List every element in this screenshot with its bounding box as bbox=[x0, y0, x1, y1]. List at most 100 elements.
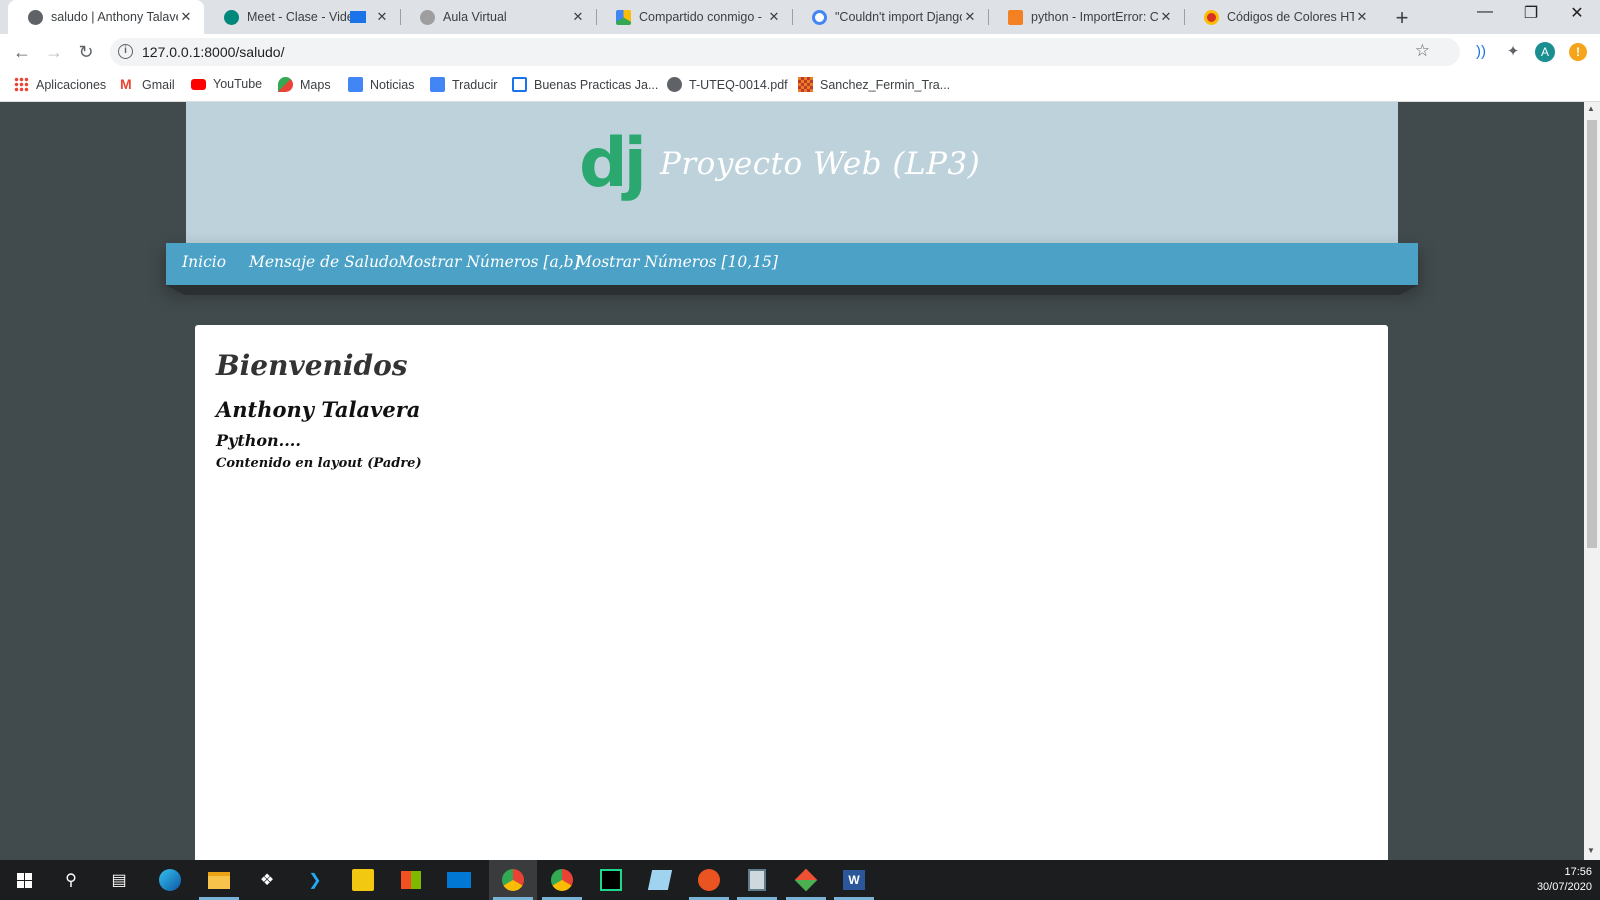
clock-time: 17:56 bbox=[1564, 866, 1592, 878]
new-tab-button[interactable]: + bbox=[1390, 5, 1414, 31]
bookmark-noticias[interactable]: Noticias bbox=[348, 77, 414, 92]
vscode-icon[interactable]: ❯ bbox=[301, 866, 329, 894]
window-close-button[interactable]: ✕ bbox=[1554, 3, 1600, 23]
tab-title: saludo | Anthony Talavera bbox=[51, 10, 178, 24]
extension-cast-icon[interactable]: )) bbox=[1470, 41, 1492, 63]
bookmark-label: Traducir bbox=[452, 77, 498, 92]
ubuntu-icon[interactable] bbox=[695, 866, 723, 894]
tab-saludo[interactable]: saludo | Anthony Talavera ✕ bbox=[8, 0, 204, 34]
bookmark-label: Buenas Practicas Ja... bbox=[534, 77, 659, 92]
nav-inicio[interactable]: Inicio bbox=[182, 253, 226, 271]
tab-meet[interactable]: Meet - Clase - Video ✕ bbox=[204, 0, 400, 34]
store-icon[interactable] bbox=[397, 866, 425, 894]
restore-button[interactable]: ❐ bbox=[1508, 3, 1554, 23]
notepad-icon[interactable] bbox=[646, 866, 674, 894]
nav-mensaje-saludo[interactable]: Mensaje de Saludo bbox=[249, 253, 398, 271]
git-icon[interactable] bbox=[792, 866, 820, 894]
chrome-icon[interactable] bbox=[499, 866, 527, 894]
close-icon[interactable]: ✕ bbox=[374, 9, 390, 25]
browser-toolbar: ← → ↻ i 127.0.0.1:8000/saludo/ ☆ )) ✦ A … bbox=[0, 34, 1600, 70]
maps-icon bbox=[278, 77, 293, 92]
tab-stackoverflow[interactable]: python - ImportError: Co ✕ bbox=[988, 0, 1184, 34]
globe-icon bbox=[28, 9, 43, 25]
bookmark-maps[interactable]: Maps bbox=[278, 77, 331, 92]
calculator-icon[interactable] bbox=[743, 866, 771, 894]
tab-title: python - ImportError: Co bbox=[1031, 10, 1158, 24]
youtube-icon bbox=[191, 78, 206, 90]
bookmark-buenas-practicas[interactable]: Buenas Practicas Ja... bbox=[512, 77, 658, 92]
mail-icon[interactable] bbox=[445, 866, 473, 894]
close-icon[interactable]: ✕ bbox=[178, 9, 194, 25]
task-view-icon[interactable]: ▤ bbox=[105, 866, 133, 894]
powerbi-icon[interactable] bbox=[349, 866, 377, 894]
nav-mostrar-numeros-10-15[interactable]: Mostrar Números [10,15] bbox=[576, 253, 778, 271]
bookmark-label: T-UTEQ-0014.pdf bbox=[689, 77, 788, 92]
pycharm-icon[interactable] bbox=[597, 866, 625, 894]
tab-title: Compartido conmigo - Google Drive bbox=[639, 10, 766, 24]
search-icon[interactable]: ⚲ bbox=[57, 866, 85, 894]
bookmark-label: Maps bbox=[300, 77, 331, 92]
tab-drive[interactable]: Compartido conmigo - Google Drive ✕ bbox=[596, 0, 792, 34]
news-icon bbox=[348, 77, 363, 92]
gmail-icon: M bbox=[120, 76, 132, 92]
google-drive-icon bbox=[616, 9, 631, 25]
page-scrollbar[interactable]: ▲ ▼ bbox=[1584, 102, 1600, 860]
bookmark-pdf[interactable]: T-UTEQ-0014.pdf bbox=[667, 77, 788, 92]
bookmark-label: Aplicaciones bbox=[36, 77, 107, 92]
address-bar[interactable]: i 127.0.0.1:8000/saludo/ ☆ bbox=[110, 38, 1460, 66]
word-icon[interactable]: W bbox=[840, 866, 868, 894]
bookmark-youtube[interactable]: YouTube bbox=[191, 77, 262, 91]
close-icon[interactable]: ✕ bbox=[962, 9, 978, 25]
tab-title: Meet - Clase - Video bbox=[247, 10, 350, 24]
forward-button[interactable]: → bbox=[42, 40, 66, 64]
navbar-ribbon bbox=[166, 285, 1418, 295]
bookmark-label: Gmail bbox=[142, 77, 175, 92]
site-header: dj Proyecto Web (LP3) bbox=[186, 102, 1398, 243]
bookmark-label: Noticias bbox=[370, 77, 415, 92]
bookmark-label: Sanchez_Fermin_Tra... bbox=[820, 77, 951, 92]
meet-icon bbox=[224, 9, 239, 25]
main-content: Bienvenidos Anthony Talavera Python.... … bbox=[195, 325, 1388, 860]
shield-icon bbox=[420, 9, 435, 25]
tab-google-search[interactable]: "Couldn't import Django" ✕ bbox=[792, 0, 988, 34]
layout-icon bbox=[512, 77, 527, 92]
scroll-down-icon[interactable]: ▼ bbox=[1587, 846, 1595, 855]
minimize-button[interactable]: — bbox=[1462, 3, 1508, 21]
windows-start-icon[interactable] bbox=[10, 866, 38, 894]
avatar[interactable]: A bbox=[1535, 42, 1555, 62]
color-wheel-icon bbox=[1204, 9, 1219, 25]
nav-mostrar-numeros-ab[interactable]: Mostrar Números [a,b] bbox=[398, 253, 580, 271]
clock-date: 30/07/2020 bbox=[1536, 881, 1592, 893]
bookmark-gmail[interactable]: M Gmail bbox=[120, 77, 175, 92]
bookmark-label: YouTube bbox=[213, 77, 263, 91]
bookmark-apps[interactable]: Aplicaciones bbox=[14, 77, 106, 92]
close-icon[interactable]: ✕ bbox=[766, 9, 782, 25]
tab-colores-html[interactable]: Códigos de Colores HTML ✕ bbox=[1184, 0, 1380, 34]
close-icon[interactable]: ✕ bbox=[570, 9, 586, 25]
close-icon[interactable]: ✕ bbox=[1354, 9, 1370, 25]
system-clock[interactable]: 17:56 30/07/2020 bbox=[1537, 865, 1592, 895]
scroll-up-icon[interactable]: ▲ bbox=[1587, 104, 1595, 113]
chrome-profile-icon[interactable] bbox=[548, 866, 576, 894]
translate-icon bbox=[430, 77, 445, 92]
scrollbar-thumb[interactable] bbox=[1587, 120, 1597, 548]
extensions-puzzle-icon[interactable]: ✦ bbox=[1502, 41, 1524, 63]
globe-icon bbox=[667, 77, 682, 92]
star-icon[interactable]: ☆ bbox=[1415, 41, 1430, 61]
update-badge[interactable]: ! bbox=[1569, 43, 1587, 61]
tab-title: "Couldn't import Django" bbox=[835, 10, 962, 24]
back-button[interactable]: ← bbox=[10, 40, 34, 64]
file-explorer-icon[interactable] bbox=[205, 866, 233, 894]
close-icon[interactable]: ✕ bbox=[1158, 9, 1174, 25]
tab-aula-virtual[interactable]: Aula Virtual ✕ bbox=[400, 0, 596, 34]
url-text[interactable]: 127.0.0.1:8000/saludo/ bbox=[142, 44, 284, 60]
bookmark-traducir[interactable]: Traducir bbox=[430, 77, 497, 92]
image-thumbnail-icon bbox=[798, 77, 813, 92]
django-logo: dj bbox=[579, 124, 647, 203]
dropbox-icon[interactable]: ❖ bbox=[253, 866, 281, 894]
reload-button[interactable]: ↻ bbox=[74, 40, 98, 64]
subheading: Python.... bbox=[216, 431, 301, 450]
bookmark-sanchez[interactable]: Sanchez_Fermin_Tra... bbox=[798, 77, 950, 92]
edge-icon[interactable] bbox=[156, 866, 184, 894]
info-icon[interactable]: i bbox=[118, 44, 133, 59]
